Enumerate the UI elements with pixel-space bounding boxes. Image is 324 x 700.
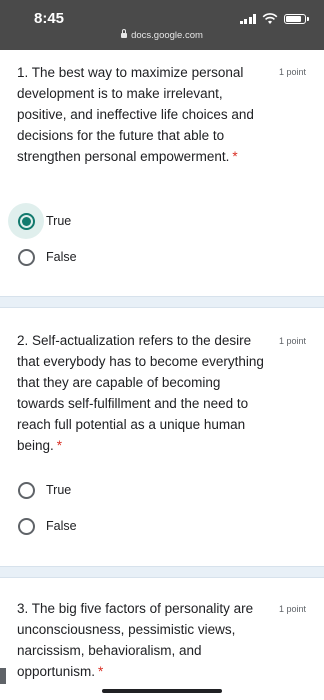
- status-bar: 8:45 docs.google.com: [0, 0, 324, 50]
- radio-button[interactable]: [17, 517, 35, 535]
- section-divider: [0, 296, 324, 308]
- option-false[interactable]: False: [8, 239, 77, 275]
- status-icons: [239, 12, 309, 26]
- option-label: True: [46, 483, 72, 497]
- section-divider: [0, 566, 324, 578]
- question-text: 3. The big five factors of personality a…: [17, 601, 254, 679]
- question-text: 1. The best way to maximize personal dev…: [17, 65, 254, 164]
- required-marker: *: [232, 149, 238, 164]
- points-label: 1 point: [278, 67, 306, 77]
- required-marker: *: [56, 438, 63, 453]
- url-text: docs.google.com: [131, 30, 203, 41]
- question-card-2: 2. Self-actualization refers to the desi…: [0, 308, 324, 566]
- signal-icon: [239, 14, 256, 24]
- option-label: False: [46, 250, 77, 264]
- question-card-1: 1. The best way to maximize personal dev…: [0, 50, 324, 296]
- url-bar[interactable]: docs.google.com: [0, 29, 324, 41]
- option-true[interactable]: True: [8, 203, 71, 239]
- status-time: 8:45: [34, 10, 65, 27]
- option-false[interactable]: False: [8, 508, 77, 544]
- radio-button[interactable]: [17, 248, 35, 266]
- battery-icon: [284, 14, 309, 24]
- option-label: True: [46, 214, 72, 228]
- lock-icon: [121, 29, 128, 38]
- question-card-3: 3. The big five factors of personality a…: [0, 578, 324, 700]
- wifi-icon: [262, 13, 278, 24]
- option-true[interactable]: True: [8, 472, 71, 508]
- question-text: 2. Self-actualization refers to the desi…: [17, 333, 264, 453]
- points-label: 1 point: [278, 336, 306, 346]
- required-marker: *: [98, 664, 104, 679]
- radio-button[interactable]: [17, 481, 35, 499]
- scroll-marker: [0, 668, 6, 684]
- points-label: 1 point: [278, 604, 306, 614]
- radio-button-checked[interactable]: [17, 212, 35, 230]
- option-label: False: [46, 519, 77, 533]
- home-indicator[interactable]: [102, 689, 222, 693]
